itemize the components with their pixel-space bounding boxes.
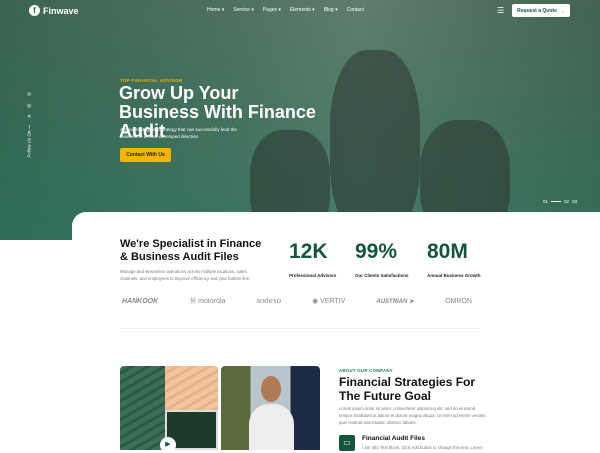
request-quote-button[interactable]: Request a Quote → <box>512 4 570 17</box>
nav-pages[interactable]: Pages ▾ <box>263 7 281 13</box>
logo-vertiv: ◉ VERTIV <box>312 298 346 305</box>
nav-service[interactable]: Service ▾ <box>233 7 254 13</box>
logo-motorola: Ⓜ motorola <box>189 298 226 305</box>
logo-omron: OMRON <box>445 297 472 305</box>
logo-text: motorola <box>198 298 226 305</box>
stat-label: Annual Business Growth <box>427 273 481 278</box>
about-eyebrow: ABOUT OUR COMPANY <box>339 368 393 373</box>
contact-button[interactable]: Contact With Us <box>120 148 171 162</box>
stat-value: 99% <box>355 240 398 263</box>
stat: 80M Annual Business Growth <box>427 240 481 282</box>
logo-austrian: AUSTRIAN ➤ <box>376 298 415 305</box>
slide-2[interactable]: 02 <box>564 199 569 204</box>
stat-label: Professional Advisors <box>289 273 337 278</box>
logo-text: VERTIV <box>320 298 346 305</box>
follow-label: Follow Us On <box>26 130 32 158</box>
feature-text: I am Info Text block. Click edit button … <box>362 445 483 450</box>
folder-icon: ▭ <box>339 435 355 451</box>
slide-1[interactable]: 01 <box>543 199 548 204</box>
play-icon[interactable]: ▶ <box>160 437 176 453</box>
logo-text: AUSTRIAN <box>376 298 408 305</box>
nav-label: Service <box>233 7 250 13</box>
about-text: Lorem ipsum dolor sit amet, consectetur … <box>339 406 487 425</box>
nav-label: Pages <box>262 7 278 13</box>
nav-home[interactable]: Home ▾ <box>207 7 224 13</box>
stat: 99% Our Clients Satisfactions <box>355 240 409 282</box>
slide-3[interactable]: 03 <box>572 199 577 204</box>
x-icon[interactable]: ✕ <box>27 114 31 120</box>
nav-elements[interactable]: Elements ▾ <box>290 7 315 13</box>
logo-sodexo: sodexo <box>256 297 282 305</box>
logo-icon: f <box>29 5 40 16</box>
nav-contact[interactable]: Contact <box>347 7 364 13</box>
specialist-title: We're Specialist in Finance & Business A… <box>120 238 262 263</box>
nav-label: Blog <box>323 7 334 13</box>
instagram-icon[interactable]: ◎ <box>27 103 31 109</box>
social-links: ℗ ◎ ✕ f <box>27 92 31 131</box>
quote-label: Request a Quote <box>517 7 557 14</box>
stat: 12K Professional Advisors <box>289 240 336 282</box>
logo[interactable]: f Finwave <box>29 5 79 16</box>
arrow-right-icon: → <box>559 7 565 14</box>
logo-hankook: HANKOOK <box>122 297 159 305</box>
nav-label: Elements <box>289 7 311 13</box>
nav-blog[interactable]: Blog ▾ <box>324 7 338 13</box>
about-image-person <box>221 366 320 450</box>
specialist-description: Manage and streamline operations across … <box>120 269 251 281</box>
pinterest-icon[interactable]: ℗ <box>27 92 31 98</box>
stat-label: Our Clients Satisfactions <box>355 273 409 278</box>
brand-name: Finwave <box>43 5 79 16</box>
about-title: Financial Strategies For The Future Goal <box>339 375 476 403</box>
hero-subtitle: A good strategy is a strategy that can s… <box>120 127 237 139</box>
feature-title: Financial Audit Files <box>362 435 425 442</box>
menu-icon[interactable]: ☰ <box>497 6 504 15</box>
nav-label: Home <box>207 7 221 13</box>
divider <box>120 328 480 329</box>
slider-pager: 01 02 03 <box>543 199 577 204</box>
client-logos: HANKOOK Ⓜ motorola sodexo ◉ VERTIV AUSTR… <box>122 296 472 306</box>
pager-line <box>551 201 562 202</box>
stat-value: 12K <box>289 240 328 263</box>
stat-value: 80M <box>427 240 468 263</box>
top-nav: f Finwave Home ▾ Service ▾ Pages ▾ Elemen… <box>0 0 600 22</box>
